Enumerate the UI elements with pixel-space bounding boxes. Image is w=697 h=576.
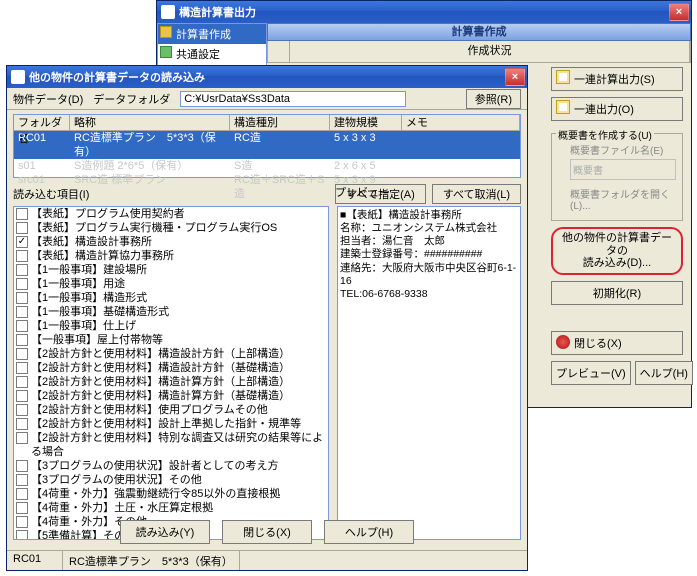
list-item[interactable]: 【2設計方針と使用材料】使用プログラムその他 <box>14 403 328 417</box>
list-item[interactable]: 【1一般事項】構造形式 <box>14 291 328 305</box>
close-dialog-button[interactable]: 閉じる(X) <box>222 520 312 544</box>
list-item[interactable]: 【1一般事項】用途 <box>14 277 328 291</box>
summary-group: 概要書を作成する(U) 概要書ファイル名(E) 概要書 概要書フォルダを開く(L… <box>551 133 683 221</box>
list-item[interactable]: 【1一般事項】建設場所 <box>14 263 328 277</box>
init-button[interactable]: 初期化(R) <box>551 281 683 305</box>
checkbox[interactable] <box>16 348 28 360</box>
checkbox[interactable] <box>16 320 28 332</box>
data-menu[interactable]: 物件データ(D) <box>13 91 83 107</box>
checkbox[interactable] <box>16 460 28 472</box>
batch-output-s-button[interactable]: 一連計算出力(S) <box>551 67 683 91</box>
checkbox[interactable] <box>16 264 28 276</box>
list-item[interactable]: 【表紙】構造設計事務所 <box>14 235 328 249</box>
import-title: 他の物件の計算書データの読み込み <box>29 69 505 85</box>
import-titlebar[interactable]: 他の物件の計算書データの読み込み × <box>7 66 527 88</box>
list-item[interactable]: 【2設計方針と使用材料】設計上準拠した指針・規準等 <box>14 417 328 431</box>
statusbar: RC01 RC造標準プラン 5*3*3（保有） <box>7 550 527 570</box>
app-icon <box>11 70 25 84</box>
help-button[interactable]: ヘルプ(H) <box>635 361 693 385</box>
col-abbrev[interactable]: 略称 <box>70 115 230 130</box>
item-list[interactable]: 【表紙】プログラム使用契約者【表紙】プログラム実行機種・プログラム実行OS【表紙… <box>13 206 329 540</box>
import-dialog: 他の物件の計算書データの読み込み × 物件データ(D) データフォルダ C:¥U… <box>6 65 528 571</box>
col-memo[interactable]: メモ <box>402 115 520 130</box>
close-icon <box>556 335 570 349</box>
checkbox[interactable] <box>16 432 28 444</box>
checkbox[interactable] <box>16 236 28 248</box>
import-confirm-button[interactable]: 読み込み(Y) <box>120 520 210 544</box>
grid-header: 作成状況 <box>267 41 691 63</box>
batch-output-o-button[interactable]: 一連出力(O) <box>551 97 683 121</box>
list-item[interactable]: 【2設計方針と使用材料】構造設計方針（基礎構造） <box>14 361 328 375</box>
list-item[interactable]: 【一般事項】屋上付帯物等 <box>14 333 328 347</box>
items-label: 読み込む項目(I) <box>13 186 89 202</box>
tree-item-calc[interactable]: 計算書作成 <box>158 24 266 44</box>
close-button[interactable]: 閉じる(X) <box>551 331 683 355</box>
checkbox[interactable] <box>16 404 28 416</box>
list-item[interactable]: 【1一般事項】仕上げ <box>14 319 328 333</box>
gear-icon <box>160 46 172 58</box>
preview-panel: ■【表紙】構造設計事務所 名称：ユニオンシステム株式会社 担当者：湯仁音 太郎 … <box>337 206 521 540</box>
doc-icon <box>160 26 172 38</box>
table-row[interactable]: s01S造例題 2*6*5（保有）S造2 x 6 x 5 <box>14 159 520 173</box>
list-item[interactable]: 【3プログラムの使用状況】設計者としての考え方 <box>14 459 328 473</box>
folder-path-input[interactable]: C:¥UsrData¥Ss3Data <box>180 91 406 107</box>
col-size[interactable]: 建物規模 <box>330 115 402 130</box>
help-dialog-button[interactable]: ヘルプ(H) <box>324 520 414 544</box>
browse-button[interactable]: 参照(R) <box>466 89 521 109</box>
summary-filename-field: 概要書 <box>570 159 676 180</box>
col-folder[interactable]: フォルダ名 <box>14 115 70 130</box>
checkbox[interactable] <box>16 334 28 346</box>
toolbar: 物件データ(D) データフォルダ C:¥UsrData¥Ss3Data 参照(R… <box>7 88 527 110</box>
list-item[interactable]: 【4荷重・外力】強震動継続行令85以外の直接根拠 <box>14 487 328 501</box>
checkbox[interactable] <box>16 362 28 374</box>
checkbox[interactable] <box>16 390 28 402</box>
file-list[interactable]: フォルダ名 略称 構造種別 建物規模 メモ RC01RC造標準プラン 5*3*3… <box>13 114 521 178</box>
checkbox[interactable] <box>16 488 28 500</box>
list-item[interactable]: 【2設計方針と使用材料】特別な調査又は研究の結果等による場合 <box>14 431 328 459</box>
checkbox[interactable] <box>16 222 28 234</box>
close-icon[interactable]: × <box>505 68 525 86</box>
list-item[interactable]: 【2設計方針と使用材料】構造計算方針（基礎構造） <box>14 389 328 403</box>
status-name: RC造標準プラン 5*3*3（保有） <box>63 551 240 570</box>
list-item[interactable]: 【3プログラムの使用状況】その他 <box>14 473 328 487</box>
list-item[interactable]: 【表紙】構造計算協力事務所 <box>14 249 328 263</box>
checkbox[interactable] <box>16 376 28 388</box>
import-other-button[interactable]: 他の物件の計算書データの 読み込み(D)... <box>551 227 683 275</box>
checkbox[interactable] <box>16 208 28 220</box>
open-summary-folder-button: 概要書フォルダを開く(L)... <box>570 184 676 214</box>
status-folder: RC01 <box>7 551 63 570</box>
checkbox[interactable] <box>16 474 28 486</box>
tree-item-common[interactable]: 共通設定 <box>158 44 266 64</box>
list-item[interactable]: 【2設計方針と使用材料】構造計算方針（上部構造） <box>14 375 328 389</box>
doc-icon <box>556 70 570 84</box>
list-item[interactable]: 【1一般事項】基礎構造形式 <box>14 305 328 319</box>
preview-text: ■【表紙】構造設計事務所 名称：ユニオンシステム株式会社 担当者：湯仁音 太郎 … <box>337 206 521 540</box>
preview-button[interactable]: プレビュー(V) <box>551 361 631 385</box>
list-item[interactable]: 【表紙】プログラム使用契約者 <box>14 207 328 221</box>
checkbox[interactable] <box>16 292 28 304</box>
main-title: 構造計算書出力 <box>179 4 669 20</box>
app-icon <box>161 5 175 19</box>
checkbox[interactable] <box>16 306 28 318</box>
list-item[interactable]: 【表紙】プログラム実行機種・プログラム実行OS <box>14 221 328 235</box>
doc-icon <box>556 100 570 114</box>
checkbox[interactable] <box>16 250 28 262</box>
checkbox[interactable] <box>16 502 28 514</box>
checkbox[interactable] <box>16 418 28 430</box>
preview-label: プレビュー <box>335 184 390 200</box>
main-titlebar[interactable]: 構造計算書出力 × <box>157 1 691 23</box>
folder-label: データフォルダ <box>93 91 170 107</box>
list-item[interactable]: 【4荷重・外力】土圧・水圧算定根拠 <box>14 501 328 515</box>
col-struct[interactable]: 構造種別 <box>230 115 330 130</box>
summary-filename-label: 概要書ファイル名(E) <box>570 140 676 159</box>
close-icon[interactable]: × <box>669 3 689 21</box>
clear-all-button[interactable]: すべて取消(L) <box>432 184 521 204</box>
table-row[interactable]: RC01RC造標準プラン 5*3*3（保有）RC造5 x 3 x 3 <box>14 131 520 159</box>
section-band: 計算書作成 <box>267 23 691 41</box>
list-item[interactable]: 【2設計方針と使用材料】構造設計方針（上部構造） <box>14 347 328 361</box>
checkbox[interactable] <box>16 278 28 290</box>
